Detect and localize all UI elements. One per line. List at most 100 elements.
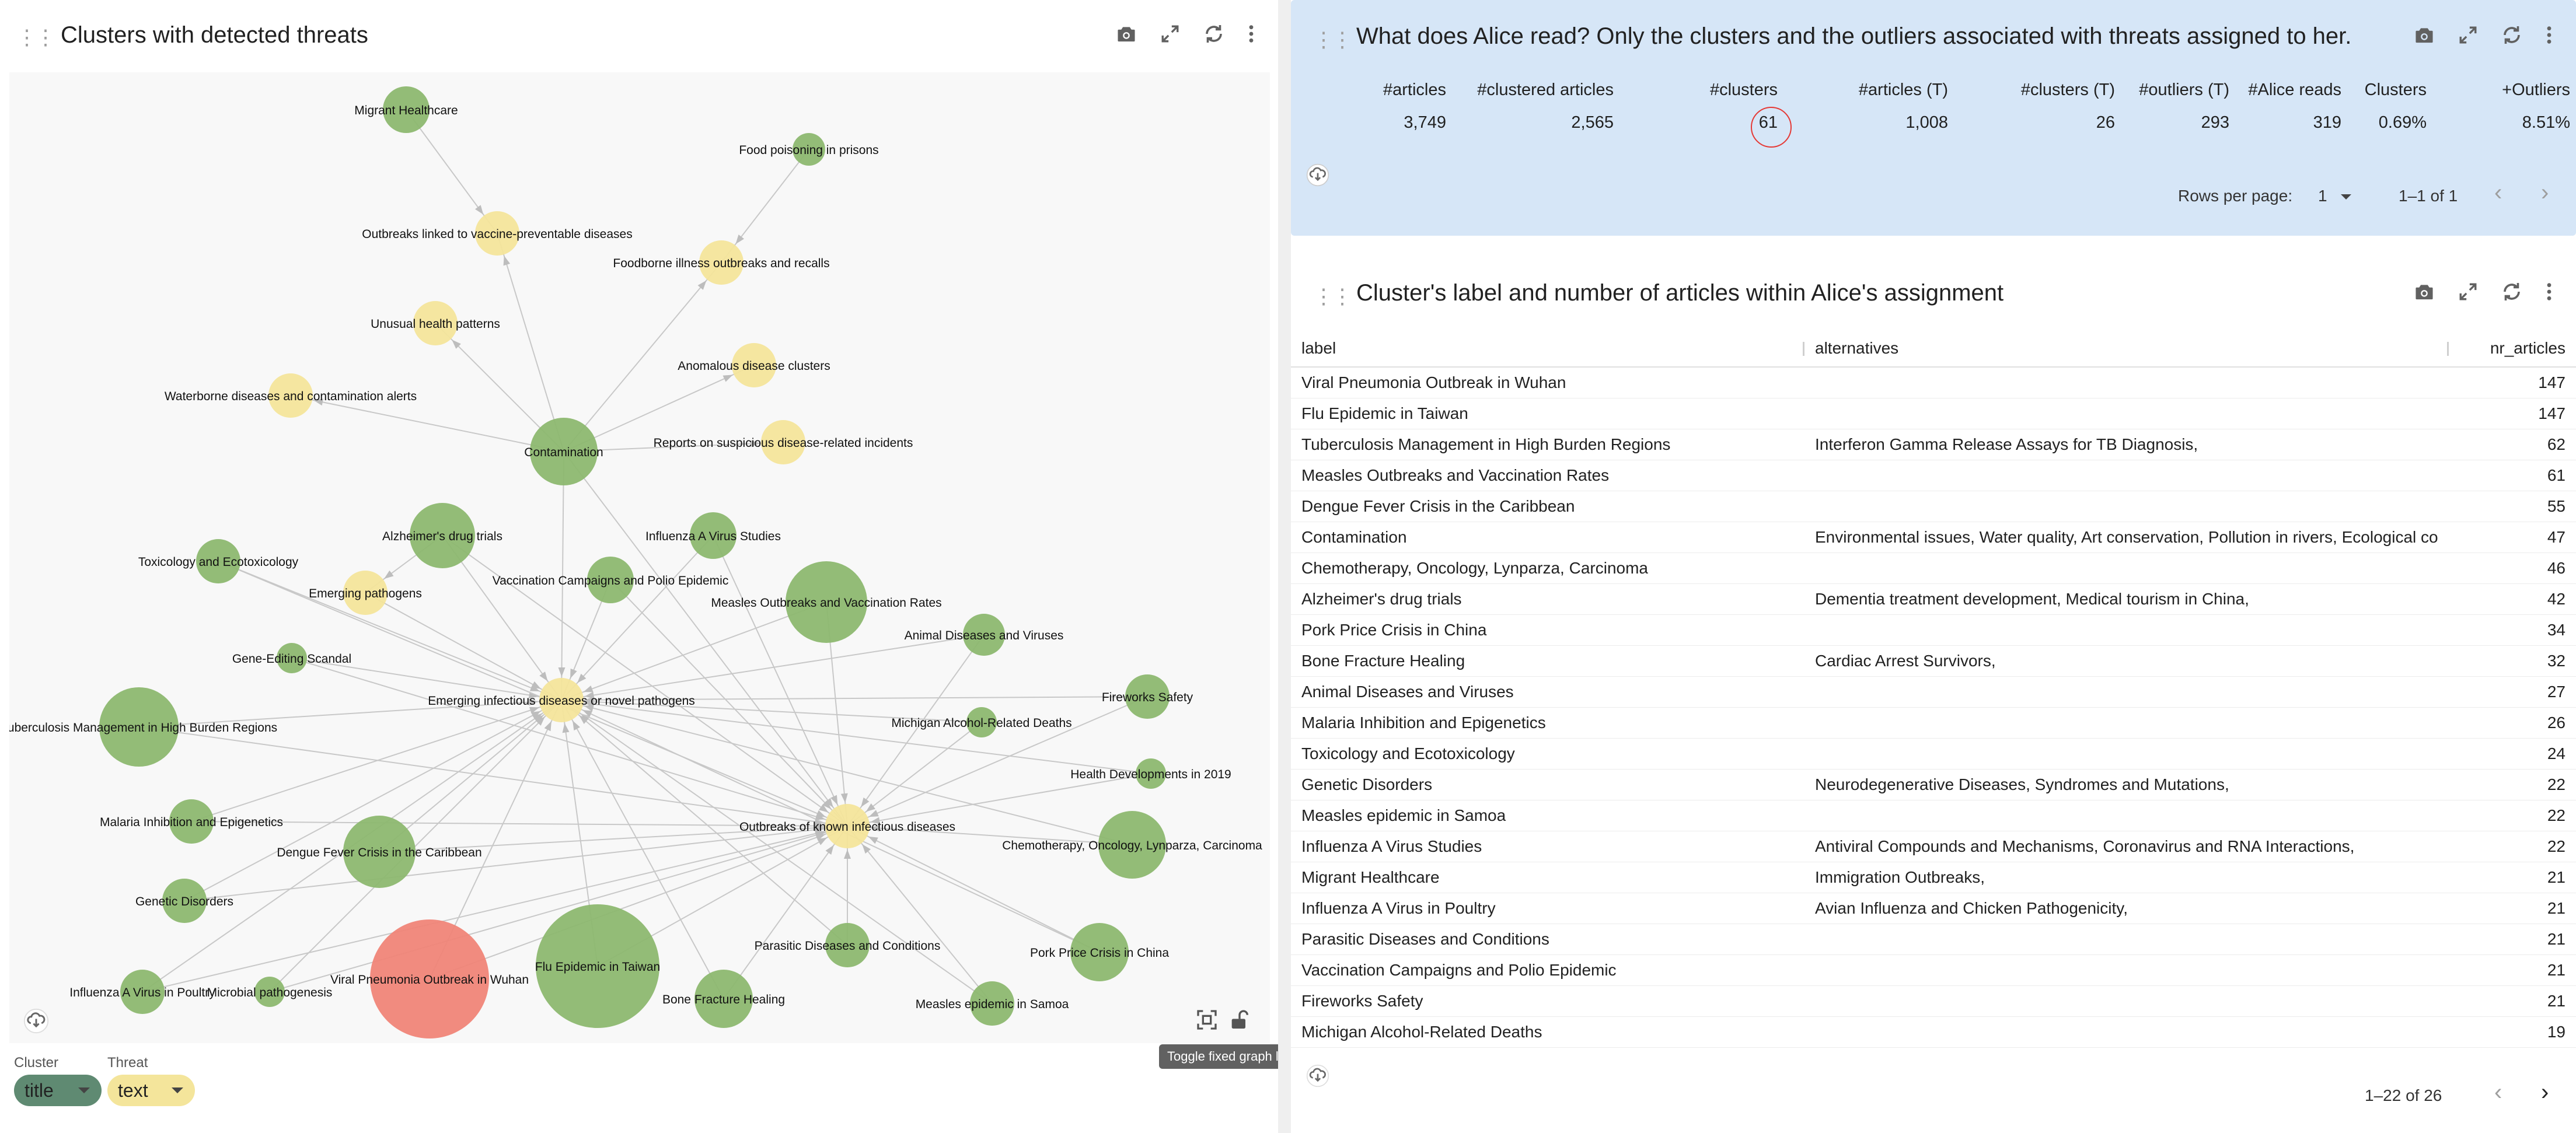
rows-per-page-value: 1	[2318, 187, 2327, 205]
cell-label: Michigan Alcohol-Related Deaths	[1291, 1016, 1804, 1048]
table-row[interactable]: Alzheimer's drug trials Dementia treatmen…	[1291, 583, 2576, 615]
refresh-icon[interactable]	[2501, 281, 2522, 302]
drag-handle-icon[interactable]: ⋮⋮	[1313, 29, 1353, 50]
table-row[interactable]: Influenza A Virus Studies Antiviral Compo…	[1291, 831, 2576, 862]
edge-arrow	[562, 723, 570, 733]
graph-edge	[290, 395, 564, 452]
cell-value: 2,565	[1571, 113, 1614, 132]
table-row[interactable]: Genetic Disorders Neurodegenerative Disea…	[1291, 769, 2576, 800]
cell-label: Parasitic Diseases and Conditions	[1291, 924, 1804, 955]
graph-node-label: Genetic Disorders	[135, 895, 233, 908]
graph-node-label: Emerging infectious diseases or novel pa…	[428, 694, 695, 708]
graph-node-label: Tuberculosis Management in High Burden R…	[9, 721, 277, 735]
cluster-table: label alternatives nr_articles Viral Pne…	[1291, 330, 2576, 1048]
cell-alternatives: Immigration Outbreaks,	[1804, 862, 2449, 893]
cell-nr-articles: 21	[2449, 924, 2576, 955]
cell-alternatives	[1804, 985, 2449, 1017]
graph-edge	[563, 451, 848, 827]
more-vert-icon[interactable]	[2546, 282, 2553, 302]
table-row[interactable]: Michigan Alcohol-Related Deaths 19	[1291, 1016, 2576, 1048]
table-row[interactable]: Bone Fracture Healing Cardiac Arrest Surv…	[1291, 645, 2576, 677]
table-row[interactable]: Measles epidemic in Samoa 22	[1291, 800, 2576, 831]
cell-label: Vaccination Campaigns and Polio Epidemic	[1291, 954, 1804, 986]
table-row[interactable]: Parasitic Diseases and Conditions 21	[1291, 924, 2576, 955]
expand-icon[interactable]	[2458, 282, 2478, 302]
cell-nr-articles: 42	[2449, 583, 2576, 615]
chevron-down-icon	[78, 1087, 90, 1093]
cell-nr-articles: 32	[2449, 645, 2576, 677]
table-row[interactable]: Animal Diseases and Viruses 27	[1291, 676, 2576, 708]
refresh-icon[interactable]	[2501, 25, 2522, 46]
cluster-table-panel: ⋮⋮ Cluster's label and number of article…	[1291, 257, 2576, 1133]
more-vert-icon[interactable]	[1248, 24, 1255, 44]
panel-divider[interactable]	[1278, 0, 1291, 1133]
fit-view-icon[interactable]	[1195, 1008, 1219, 1034]
cluster-label-value: title	[25, 1079, 54, 1101]
refresh-icon[interactable]	[1203, 23, 1224, 44]
download-icon[interactable]	[1306, 1064, 1329, 1090]
column-header-alternatives[interactable]: alternatives	[1804, 330, 2449, 368]
more-vert-icon[interactable]	[2546, 25, 2553, 45]
table-row[interactable]: Measles Outbreaks and Vaccination Rates 6…	[1291, 460, 2576, 491]
column-header-label[interactable]: label	[1291, 330, 1804, 368]
edge-arrow	[862, 844, 871, 854]
download-icon[interactable]	[1306, 163, 1329, 190]
column-header-nr-articles[interactable]: nr_articles	[2449, 330, 2576, 368]
rows-per-page-label: Rows per page:	[2178, 187, 2293, 205]
drag-handle-icon[interactable]: ⋮⋮	[1313, 286, 1353, 307]
column-header: +Outliers	[2502, 81, 2570, 99]
camera-icon[interactable]	[2414, 26, 2435, 44]
threat-label-value: text	[118, 1079, 148, 1101]
table-row[interactable]: Flu Epidemic in Taiwan 147	[1291, 398, 2576, 429]
chevron-right-icon[interactable]: ›	[2541, 180, 2549, 206]
cell-label: Measles Outbreaks and Vaccination Rates	[1291, 460, 1804, 491]
chevron-left-icon[interactable]: ‹	[2494, 180, 2502, 206]
graph-canvas[interactable]: Migrant Healthcare Food poisoning in pris…	[1, 72, 1270, 1043]
graph-edge	[847, 773, 1151, 827]
table-row[interactable]: Toxicology and Ecotoxicology 24	[1291, 738, 2576, 770]
table-row[interactable]: Pork Price Crisis in China 34	[1291, 614, 2576, 646]
table-row[interactable]: Contamination Environmental issues, Water…	[1291, 522, 2576, 553]
cell-label: Toxicology and Ecotoxicology	[1291, 738, 1804, 770]
cell-alternatives	[1804, 460, 2449, 491]
table-row[interactable]: Viral Pneumonia Outbreak in Wuhan 147	[1291, 367, 2576, 398]
graph-edge	[563, 262, 722, 452]
rows-per-page-select[interactable]: 1	[2318, 187, 2352, 205]
chevron-right-icon[interactable]: ›	[2541, 1079, 2549, 1106]
camera-icon[interactable]	[1116, 25, 1137, 43]
table-row[interactable]: Influenza A Virus in Poultry Avian Influe…	[1291, 893, 2576, 924]
cell-alternatives: Environmental issues, Water quality, Art…	[1804, 522, 2449, 553]
cell-label: Viral Pneumonia Outbreak in Wuhan	[1291, 367, 1804, 398]
drag-handle-icon[interactable]: ⋮⋮	[16, 27, 56, 48]
table-row[interactable]: Chemotherapy, Oncology, Lynparza, Carcin…	[1291, 552, 2576, 584]
cell-nr-articles: 147	[2449, 398, 2576, 429]
download-icon[interactable]	[23, 1008, 49, 1037]
threat-label-select[interactable]: text	[107, 1075, 195, 1106]
table-row[interactable]: Dengue Fever Crisis in the Caribbean 55	[1291, 491, 2576, 522]
graph-edge	[365, 592, 562, 701]
lock-open-icon[interactable]	[1228, 1008, 1251, 1034]
cell-label: Influenza A Virus Studies	[1291, 831, 1804, 862]
graph-node-label: Chemotherapy, Oncology, Lynparza, Carcin…	[1002, 839, 1262, 852]
chevron-left-icon[interactable]: ‹	[2494, 1079, 2502, 1106]
table-row[interactable]: Tuberculosis Management in High Burden R…	[1291, 429, 2576, 460]
cell-nr-articles: 34	[2449, 614, 2576, 646]
cell-alternatives	[1804, 491, 2449, 522]
graph-edge	[561, 634, 985, 701]
camera-icon[interactable]	[2414, 282, 2435, 301]
cell-alternatives	[1804, 738, 2449, 770]
table-row[interactable]: Fireworks Safety 21	[1291, 985, 2576, 1017]
table-row[interactable]: Malaria Inhibition and Epigenetics 26	[1291, 707, 2576, 739]
expand-icon[interactable]	[1160, 24, 1180, 44]
network-graph[interactable]: Migrant Healthcare Food poisoning in pris…	[1, 72, 1270, 1043]
column-header: #articles (T)	[1858, 81, 1948, 99]
edge-arrow	[539, 672, 548, 681]
cluster-label-select[interactable]: title	[14, 1075, 102, 1106]
table-row[interactable]: Vaccination Campaigns and Polio Epidemic…	[1291, 954, 2576, 986]
edge-arrow	[840, 793, 848, 803]
pagination-range: 1–1 of 1	[2399, 187, 2458, 205]
table-row[interactable]: Migrant Healthcare Immigration Outbreaks,…	[1291, 862, 2576, 893]
expand-icon[interactable]	[2458, 25, 2478, 45]
graph-node-label: Emerging pathogens	[309, 587, 422, 600]
graph-node-label: Fireworks Safety	[1102, 691, 1193, 704]
